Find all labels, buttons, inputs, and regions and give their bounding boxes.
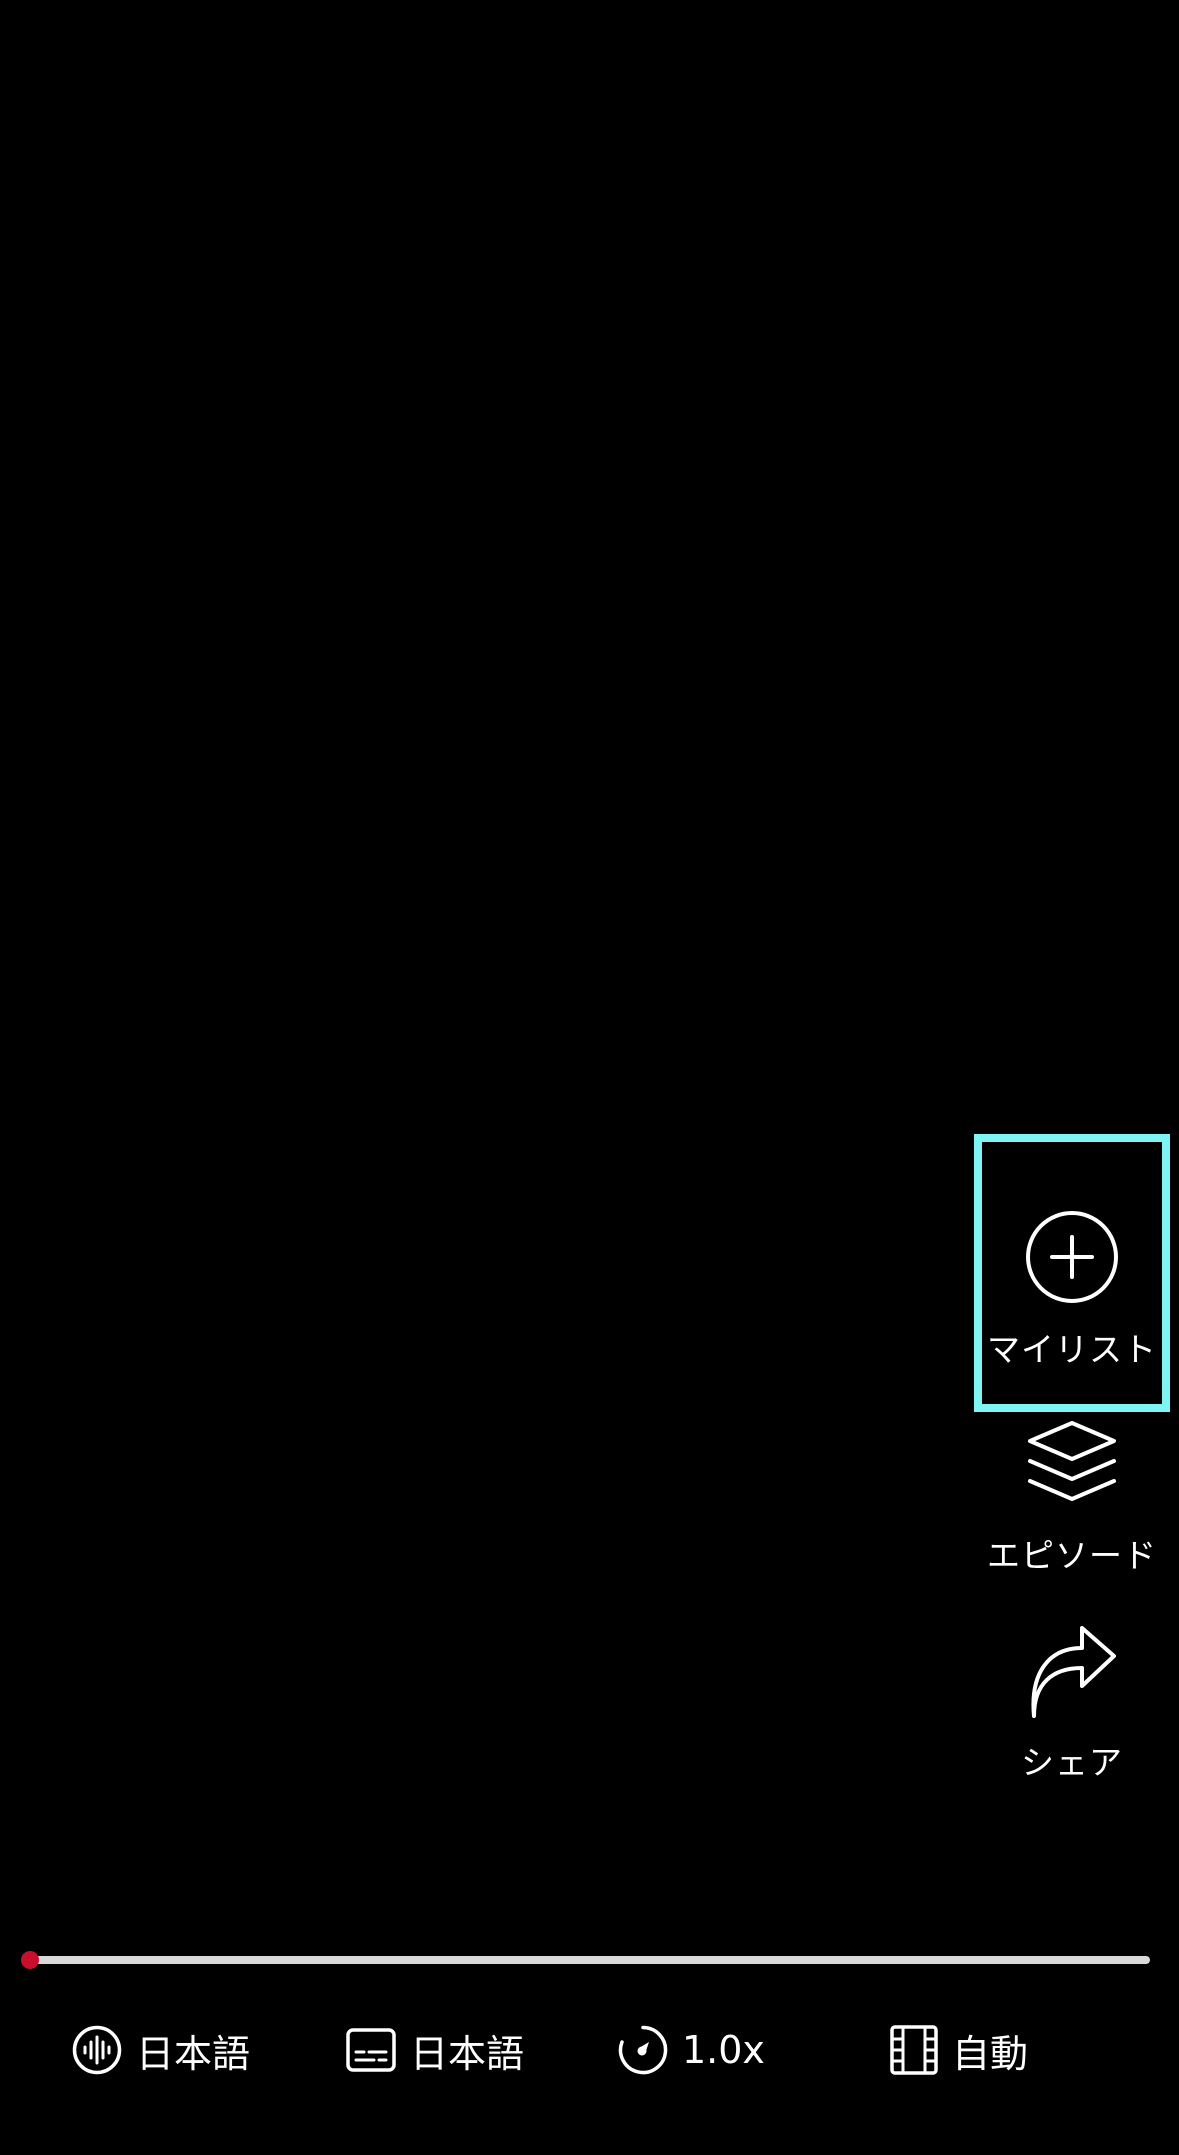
seek-bar[interactable] — [21, 1950, 1150, 1970]
seek-knob[interactable] — [21, 1951, 39, 1969]
audio-language-label: 日本語 — [136, 2031, 251, 2076]
audio-language-button[interactable]: 日本語 — [72, 2020, 250, 2080]
speedometer-icon — [618, 2025, 668, 2075]
mylist-label: マイリスト — [987, 1330, 1157, 1369]
layers-icon — [1028, 1421, 1116, 1501]
seek-track — [30, 1956, 1150, 1964]
film-grid-icon — [890, 2025, 938, 2075]
video-quality-button[interactable]: 自動 — [890, 2020, 1028, 2080]
subtitles-icon — [346, 2028, 396, 2072]
episodes-label: エピソード — [987, 1536, 1157, 1575]
audio-waveform-icon — [72, 2025, 122, 2075]
video-quality-label: 自動 — [952, 2031, 1029, 2076]
player-control-bar: 日本語 日本語 1.0x 自動 — [0, 2020, 1179, 2080]
share-arrow-icon — [1031, 1626, 1116, 1718]
subtitle-button[interactable]: 日本語 — [346, 2020, 524, 2080]
video-surface[interactable] — [0, 0, 1179, 1900]
player-screen: マイリスト エピソード シェア 日本語 日本語 1.0x 自動 — [0, 0, 1179, 2155]
share-button[interactable]: シェア — [974, 1626, 1170, 1784]
share-label: シェア — [1021, 1743, 1123, 1782]
episodes-button[interactable]: エピソード — [974, 1419, 1170, 1577]
playback-speed-label: 1.0x — [682, 2028, 765, 2072]
subtitle-label: 日本語 — [410, 2031, 525, 2076]
playback-speed-button[interactable]: 1.0x — [618, 2020, 765, 2080]
plus-circle-icon — [1026, 1211, 1118, 1303]
mylist-button[interactable]: マイリスト — [974, 1134, 1170, 1412]
